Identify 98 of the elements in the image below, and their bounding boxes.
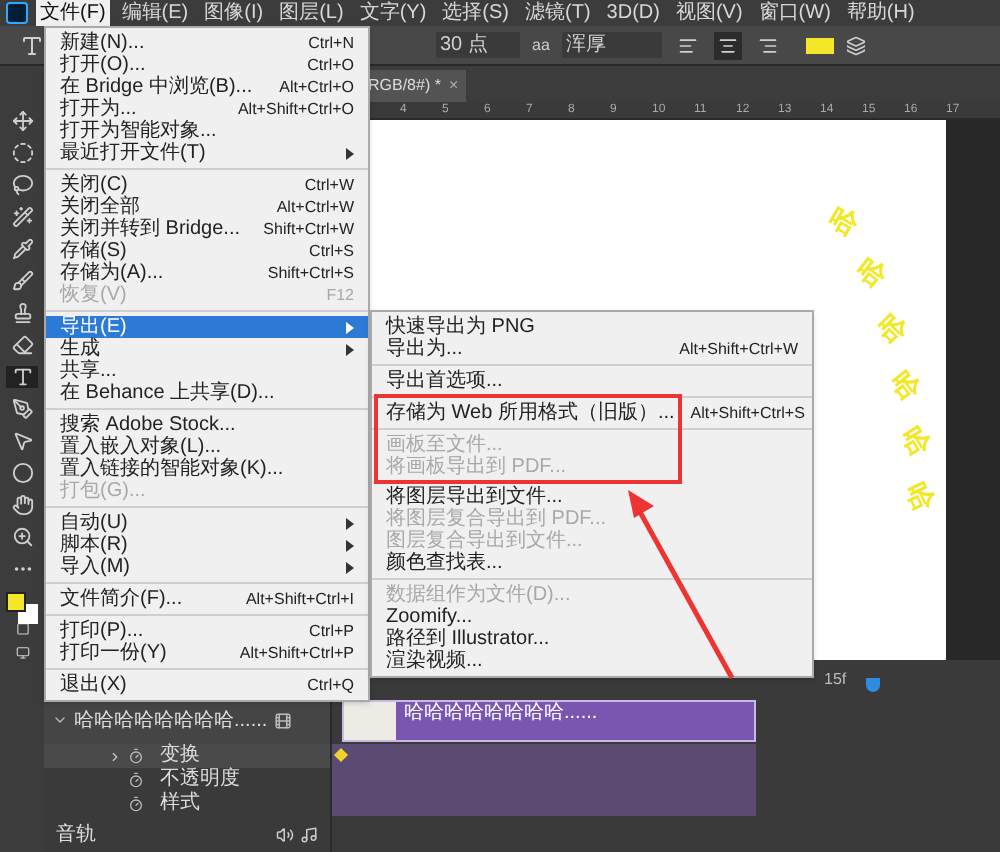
menu-item[interactable]: 自动(U) bbox=[46, 512, 368, 534]
menu-bar-item[interactable]: 文件(F) bbox=[36, 0, 110, 26]
menu-bar-item[interactable]: 视图(V) bbox=[671, 0, 747, 26]
menu-item[interactable]: 打印(P)... Ctrl+P bbox=[46, 620, 368, 642]
menu-item[interactable]: 将图层导出到文件... bbox=[372, 486, 812, 508]
submenu-arrow-icon bbox=[346, 147, 354, 159]
menu-bar-item[interactable]: 图层(L) bbox=[275, 0, 348, 26]
menu-item[interactable]: 渲染视频... bbox=[372, 650, 812, 672]
video-clip[interactable]: 哈哈哈哈哈哈哈哈...... bbox=[342, 699, 756, 741]
menu-item[interactable]: 生成 bbox=[46, 338, 368, 360]
menu-item[interactable]: 颜色查找表... bbox=[372, 552, 812, 574]
menu-item[interactable]: 导出为... Alt+Shift+Ctrl+W bbox=[372, 338, 812, 360]
menu-item[interactable]: 存储为 Web 所用格式（旧版）... Alt+Shift+Ctrl+S bbox=[372, 402, 812, 424]
menu-item[interactable]: 快速导出为 PNG bbox=[372, 316, 812, 338]
antialias-dropdown[interactable]: 浑厚 bbox=[561, 32, 662, 58]
menu-bar-item[interactable]: 3D(D) bbox=[602, 0, 664, 26]
menu-item[interactable]: 路径到 Illustrator... bbox=[372, 628, 812, 650]
panels-icon[interactable] bbox=[845, 35, 866, 55]
menu-bar-item[interactable]: 窗口(W) bbox=[754, 0, 835, 26]
property-label: 变换 bbox=[160, 744, 200, 767]
menu-item[interactable]: 置入嵌入对象(L)... bbox=[46, 436, 368, 458]
shortcut-label: Alt+Shift+Ctrl+P bbox=[239, 642, 354, 664]
canvas-glyph: 哈 bbox=[849, 249, 896, 298]
align-icon bbox=[677, 35, 698, 55]
keyframe-nav-icon[interactable] bbox=[108, 749, 122, 763]
shortcut-label: Alt+Ctrl+W bbox=[276, 196, 354, 218]
shortcut-label: Alt+Shift+Ctrl+I bbox=[245, 588, 354, 610]
shortcut-label: Alt+Ctrl+O bbox=[279, 76, 354, 98]
menu-item[interactable]: 导出(E) bbox=[46, 316, 368, 338]
align-icon bbox=[717, 35, 738, 55]
quick-mask-icon[interactable] bbox=[11, 622, 33, 637]
audio-track-label: 音轨 bbox=[56, 821, 96, 849]
music-icon[interactable] bbox=[300, 825, 318, 843]
antialias-label: aa bbox=[532, 33, 550, 57]
app-logo-icon bbox=[6, 2, 28, 24]
property-label: 不透明度 bbox=[160, 768, 240, 791]
menu-bar-item[interactable]: 帮助(H) bbox=[842, 0, 919, 26]
menu-item[interactable]: 退出(X) Ctrl+Q bbox=[46, 674, 368, 696]
stopwatch-icon[interactable] bbox=[128, 796, 144, 812]
shortcut-label: Alt+Shift+Ctrl+W bbox=[679, 338, 798, 360]
menu-item[interactable]: 存储为(A)... Shift+Ctrl+S bbox=[46, 262, 368, 284]
menu-item[interactable]: 存储(S) Ctrl+S bbox=[46, 240, 368, 262]
stopwatch-icon[interactable] bbox=[128, 772, 144, 788]
speaker-icon[interactable] bbox=[276, 825, 294, 843]
menu-item[interactable]: 关闭全部 Alt+Ctrl+W bbox=[46, 196, 368, 218]
canvas-glyph: 哈 bbox=[893, 418, 940, 464]
menu-item[interactable]: 最近打开文件(T) bbox=[46, 142, 368, 164]
shortcut-label: Shift+Ctrl+S bbox=[267, 262, 354, 284]
shortcut-label: Ctrl+W bbox=[304, 174, 354, 196]
menu-item[interactable]: 关闭(C) Ctrl+W bbox=[46, 174, 368, 196]
menu-item[interactable]: 在 Behance 上共享(D)... bbox=[46, 382, 368, 404]
type-tool-icon bbox=[20, 33, 44, 57]
shortcut-label: Shift+Ctrl+W bbox=[263, 218, 354, 240]
menu-item[interactable]: 关闭并转到 Bridge... Shift+Ctrl+W bbox=[46, 218, 368, 240]
menu-item[interactable]: 打印一份(Y) Alt+Shift+Ctrl+P bbox=[46, 642, 368, 664]
menu-item[interactable]: 打开为智能对象... bbox=[46, 120, 368, 142]
menu-item[interactable]: 文件简介(F)... Alt+Shift+Ctrl+I bbox=[46, 588, 368, 610]
playhead-icon[interactable] bbox=[866, 678, 881, 692]
type-icon[interactable] bbox=[6, 366, 38, 388]
menu-bar-item[interactable]: 文字(Y) bbox=[355, 0, 431, 26]
font-size-field[interactable]: 30 点 bbox=[436, 32, 520, 58]
shortcut-label: Ctrl+N bbox=[308, 32, 354, 54]
film-icon bbox=[273, 711, 292, 729]
menu-item[interactable]: Zoomify... bbox=[372, 606, 812, 628]
text-color-swatch[interactable] bbox=[805, 37, 834, 53]
shortcut-label: Alt+Shift+Ctrl+O bbox=[237, 98, 354, 120]
menu-bar-item[interactable]: 图像(I) bbox=[200, 0, 268, 26]
shortcut-label: Alt+Shift+Ctrl+S bbox=[690, 402, 805, 424]
shortcut-label: Ctrl+O bbox=[307, 54, 354, 76]
menu-item[interactable]: 共享... bbox=[46, 360, 368, 382]
shortcut-label: F12 bbox=[326, 284, 354, 306]
frame-label: 15f bbox=[824, 668, 847, 692]
align-icon bbox=[757, 35, 778, 55]
menu-item[interactable]: 脚本(R) bbox=[46, 534, 368, 556]
foreground-color-swatch[interactable] bbox=[6, 592, 26, 612]
align-button[interactable] bbox=[713, 31, 742, 59]
canvas-glyph: 哈 bbox=[898, 475, 944, 519]
menu-bar-item[interactable]: 滤镜(T) bbox=[521, 0, 595, 26]
canvas-glyph: 哈 bbox=[869, 305, 916, 354]
keyframe-icon bbox=[333, 747, 349, 763]
shortcut-label: Ctrl+P bbox=[309, 620, 354, 642]
collapse-icon[interactable] bbox=[52, 712, 68, 728]
stopwatch-icon[interactable] bbox=[128, 748, 144, 764]
menu-item[interactable]: 置入链接的智能对象(K)... bbox=[46, 458, 368, 480]
menu-item[interactable]: 搜索 Adobe Stock... bbox=[46, 414, 368, 436]
shortcut-label: Ctrl+S bbox=[309, 240, 354, 262]
canvas-glyph: 哈 bbox=[883, 361, 930, 409]
menu-item[interactable]: 导入(M) bbox=[46, 556, 368, 578]
menu-item[interactable]: 打开为... Alt+Shift+Ctrl+O bbox=[46, 98, 368, 120]
menu-item[interactable]: 导出首选项... bbox=[372, 370, 812, 392]
shortcut-label: Ctrl+Q bbox=[307, 674, 354, 696]
menu-item[interactable]: 新建(N)... Ctrl+N bbox=[46, 32, 368, 54]
menu-item[interactable]: 打开(O)... Ctrl+O bbox=[46, 54, 368, 76]
menu-bar-item[interactable]: 编辑(E) bbox=[117, 0, 193, 26]
canvas-glyph: 哈 bbox=[822, 197, 867, 245]
screen-mode-icon[interactable] bbox=[11, 646, 33, 660]
menu-bar-item[interactable]: 选择(S) bbox=[438, 0, 513, 26]
property-label: 样式 bbox=[160, 792, 200, 816]
